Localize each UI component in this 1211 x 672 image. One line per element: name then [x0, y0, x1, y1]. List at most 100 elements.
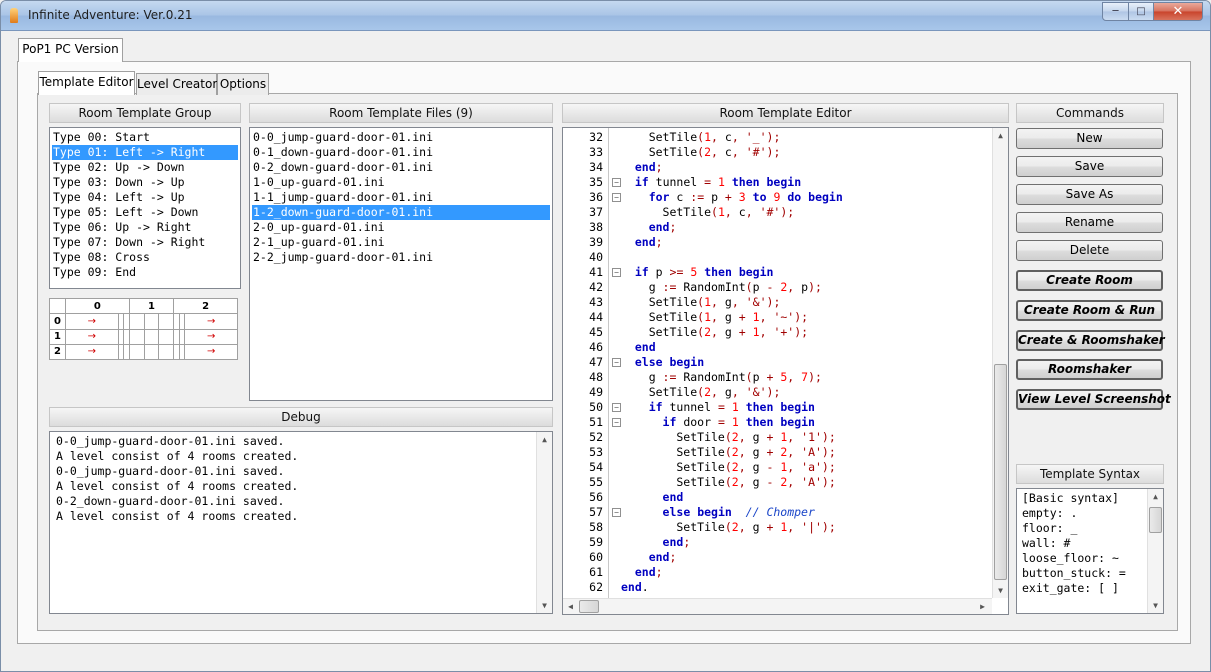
code-line[interactable]: SetTile(2, g + 1, '+');: [621, 325, 808, 340]
close-button[interactable]: ✕: [1153, 2, 1203, 21]
minimize-button[interactable]: ─: [1102, 2, 1129, 21]
template-file-item[interactable]: 1-1_jump-guard-door-01.ini: [252, 190, 550, 205]
create-room-button[interactable]: Create Room: [1016, 270, 1163, 291]
code-line[interactable]: SetTile(1, g + 1, '~');: [621, 310, 808, 325]
fold-toggle-icon[interactable]: −: [612, 178, 621, 187]
code-line[interactable]: end;: [621, 235, 663, 250]
room-group-item[interactable]: Type 08: Cross: [52, 250, 238, 265]
code-line[interactable]: if tunnel = 1 then begin: [621, 400, 815, 415]
title-bar[interactable]: Infinite Adventure: Ver.0.21 ─ □ ✕: [1, 1, 1210, 31]
template-file-item[interactable]: 2-1_up-guard-01.ini: [252, 235, 550, 250]
room-group-item[interactable]: Type 04: Left -> Up: [52, 190, 238, 205]
grid-cell[interactable]: [128, 328, 145, 345]
editor-hscroll-thumb[interactable]: [579, 600, 599, 613]
code-line[interactable]: end: [621, 340, 656, 355]
code-line[interactable]: if tunnel = 1 then begin: [621, 175, 801, 190]
code-editor[interactable]: 32 SetTile(1, c, '_'); 33 SetTile(2, c, '…: [562, 127, 1009, 615]
room-group-item[interactable]: Type 09: End: [52, 265, 238, 280]
tab-options[interactable]: Options: [217, 73, 269, 95]
syntax-scrollbar[interactable]: ▲ ▼: [1147, 489, 1163, 613]
fold-toggle-icon[interactable]: −: [612, 268, 621, 277]
template-file-item[interactable]: 2-2_jump-guard-door-01.ini: [252, 250, 550, 265]
code-line[interactable]: g := RandomInt(p + 5, 7);: [621, 370, 822, 385]
code-line[interactable]: SetTile(2, g - 1, 'a');: [621, 460, 835, 475]
room-template-group-list[interactable]: Type 00: Start Type 01: Left -> Right Type…: [49, 127, 241, 289]
new-button[interactable]: New: [1016, 128, 1163, 149]
debug-scrollbar[interactable]: ▲ ▼: [536, 432, 552, 613]
view-level-screenshot-button[interactable]: View Level Screenshot: [1016, 389, 1171, 410]
scroll-left-icon[interactable]: ◀: [563, 599, 578, 614]
scroll-up-icon[interactable]: ▲: [537, 432, 552, 447]
editor-scroll-thumb[interactable]: [994, 364, 1007, 580]
grid-cell[interactable]: [128, 313, 145, 330]
grid-cell[interactable]: [143, 328, 160, 345]
grid-cell[interactable]: [158, 328, 175, 345]
tab-pop1-pc-version[interactable]: PoP1 PC Version: [18, 38, 123, 62]
tab-level-creator[interactable]: Level Creator: [136, 73, 217, 95]
code-line[interactable]: g := RandomInt(p - 2, p);: [621, 280, 822, 295]
grid-cell[interactable]: →: [65, 313, 119, 330]
roomshaker-button[interactable]: Roomshaker: [1016, 359, 1163, 380]
code-line[interactable]: end;: [621, 550, 677, 565]
room-group-item[interactable]: Type 01: Left -> Right: [52, 145, 238, 160]
scroll-down-icon[interactable]: ▼: [537, 598, 552, 613]
template-file-item[interactable]: 0-1_down-guard-door-01.ini: [252, 145, 550, 160]
editor-horizontal-scrollbar[interactable]: ◀ ▶: [563, 598, 992, 614]
scroll-up-icon[interactable]: ▲: [1148, 489, 1163, 504]
code-line[interactable]: SetTile(2, g + 2, 'A');: [621, 445, 835, 460]
code-line[interactable]: end;: [621, 220, 677, 235]
scroll-up-icon[interactable]: ▲: [993, 128, 1008, 143]
code-line[interactable]: if door = 1 then begin: [621, 415, 815, 430]
scroll-down-icon[interactable]: ▼: [1148, 598, 1163, 613]
room-group-item[interactable]: Type 02: Up -> Down: [52, 160, 238, 175]
code-line[interactable]: SetTile(1, g, '&');: [621, 295, 781, 310]
template-syntax-text[interactable]: [Basic syntax] empty: . floor: _ wall: # loo…: [1016, 488, 1164, 614]
grid-cell[interactable]: →: [184, 328, 238, 345]
code-line[interactable]: SetTile(2, c, '#');: [621, 145, 781, 160]
template-file-item[interactable]: 1-2_down-guard-door-01.ini: [252, 205, 550, 220]
editor-vertical-scrollbar[interactable]: ▲ ▼: [992, 128, 1008, 598]
template-file-item[interactable]: 0-0_jump-guard-door-01.ini: [252, 130, 550, 145]
grid-cell[interactable]: →: [65, 343, 119, 361]
scroll-down-icon[interactable]: ▼: [993, 583, 1008, 598]
room-group-item[interactable]: Type 00: Start: [52, 130, 238, 145]
save-button[interactable]: Save: [1016, 156, 1163, 177]
code-line[interactable]: SetTile(2, g - 2, 'A');: [621, 475, 835, 490]
code-line[interactable]: SetTile(1, c, '#');: [621, 205, 795, 220]
fold-toggle-icon[interactable]: −: [612, 508, 621, 517]
code-line[interactable]: SetTile(2, g + 1, '|');: [621, 520, 835, 535]
room-group-item[interactable]: Type 03: Down -> Up: [52, 175, 238, 190]
grid-cell[interactable]: →: [65, 328, 119, 345]
code-line[interactable]: for c := p + 3 to 9 do begin: [621, 190, 843, 205]
template-file-item[interactable]: 1-0_up-guard-01.ini: [252, 175, 550, 190]
code-line[interactable]: SetTile(2, g, '&');: [621, 385, 781, 400]
code-line[interactable]: end;: [621, 565, 663, 580]
debug-log[interactable]: 0-0_jump-guard-door-01.ini saved. A level…: [49, 431, 553, 614]
grid-cell[interactable]: →: [184, 313, 238, 330]
rename-button[interactable]: Rename: [1016, 212, 1163, 233]
grid-cell[interactable]: [128, 343, 145, 361]
grid-cell[interactable]: [158, 313, 175, 330]
grid-cell[interactable]: [143, 343, 160, 361]
code-line[interactable]: if p >= 5 then begin: [621, 265, 774, 280]
create-room-run-button[interactable]: Create Room & Run: [1016, 300, 1163, 321]
grid-cell[interactable]: →: [184, 343, 238, 361]
code-line[interactable]: end.: [621, 580, 649, 595]
template-file-item[interactable]: 2-0_up-guard-01.ini: [252, 220, 550, 235]
code-line[interactable]: end;: [621, 160, 663, 175]
scroll-right-icon[interactable]: ▶: [975, 599, 990, 614]
delete-button[interactable]: Delete: [1016, 240, 1163, 261]
tab-template-editor[interactable]: Template Editor: [38, 71, 135, 95]
code-line[interactable]: else begin // Chomper: [621, 505, 815, 520]
fold-toggle-icon[interactable]: −: [612, 193, 621, 202]
fold-toggle-icon[interactable]: −: [612, 418, 621, 427]
template-file-item[interactable]: 0-2_down-guard-door-01.ini: [252, 160, 550, 175]
room-group-item[interactable]: Type 06: Up -> Right: [52, 220, 238, 235]
fold-toggle-icon[interactable]: −: [612, 403, 621, 412]
code-line[interactable]: SetTile(2, g + 1, '1');: [621, 430, 835, 445]
maximize-button[interactable]: □: [1128, 2, 1154, 21]
code-line[interactable]: SetTile(1, c, '_');: [621, 130, 781, 145]
create-roomshaker-button[interactable]: Create & Roomshaker: [1016, 330, 1165, 351]
room-group-item[interactable]: Type 07: Down -> Right: [52, 235, 238, 250]
code-line[interactable]: else begin: [621, 355, 704, 370]
